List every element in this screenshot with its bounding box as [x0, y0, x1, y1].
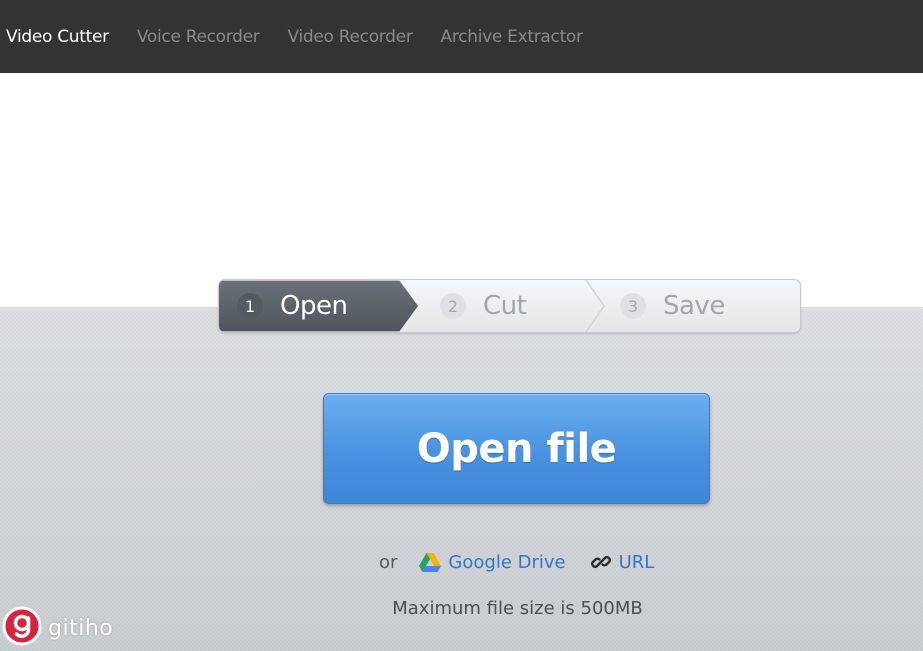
step-cut: 2 Cut [440, 280, 527, 332]
url-link[interactable]: URL [590, 551, 655, 573]
link-icon [590, 551, 612, 573]
gitiho-logo-icon [2, 606, 42, 651]
step-label: Cut [483, 291, 527, 321]
google-drive-icon [419, 552, 442, 572]
step-number: 1 [237, 293, 263, 319]
step-divider-chevron [585, 280, 605, 332]
alternative-sources: or Google Drive URL [379, 549, 654, 575]
step-open: 1 Open [237, 280, 348, 332]
step-save: 3 Save [620, 280, 725, 332]
google-drive-label: Google Drive [448, 551, 566, 573]
google-drive-link[interactable]: Google Drive [419, 551, 566, 573]
or-label: or [379, 551, 398, 573]
step-label: Open [280, 291, 348, 321]
step-number: 3 [620, 293, 646, 319]
url-label: URL [618, 551, 655, 573]
nav-item-video-cutter[interactable]: Video Cutter [6, 27, 109, 47]
step-label: Save [663, 291, 725, 321]
max-file-size-note: Maximum file size is 500MB [392, 598, 643, 619]
nav-item-video-recorder[interactable]: Video Recorder [288, 27, 413, 47]
nav-item-voice-recorder[interactable]: Voice Recorder [137, 27, 260, 47]
watermark: gitiho [2, 606, 113, 650]
nav-item-archive-extractor[interactable]: Archive Extractor [441, 27, 584, 47]
header-spacer [0, 73, 923, 307]
open-file-button[interactable]: Open file [323, 393, 710, 504]
step-number: 2 [440, 293, 466, 319]
steps-indicator: 1 Open 2 Cut 3 Save [218, 279, 801, 333]
top-nav-bar: Video Cutter Voice Recorder Video Record… [0, 0, 923, 73]
open-file-button-label: Open file [416, 425, 617, 472]
watermark-text: gitiho [48, 615, 114, 641]
